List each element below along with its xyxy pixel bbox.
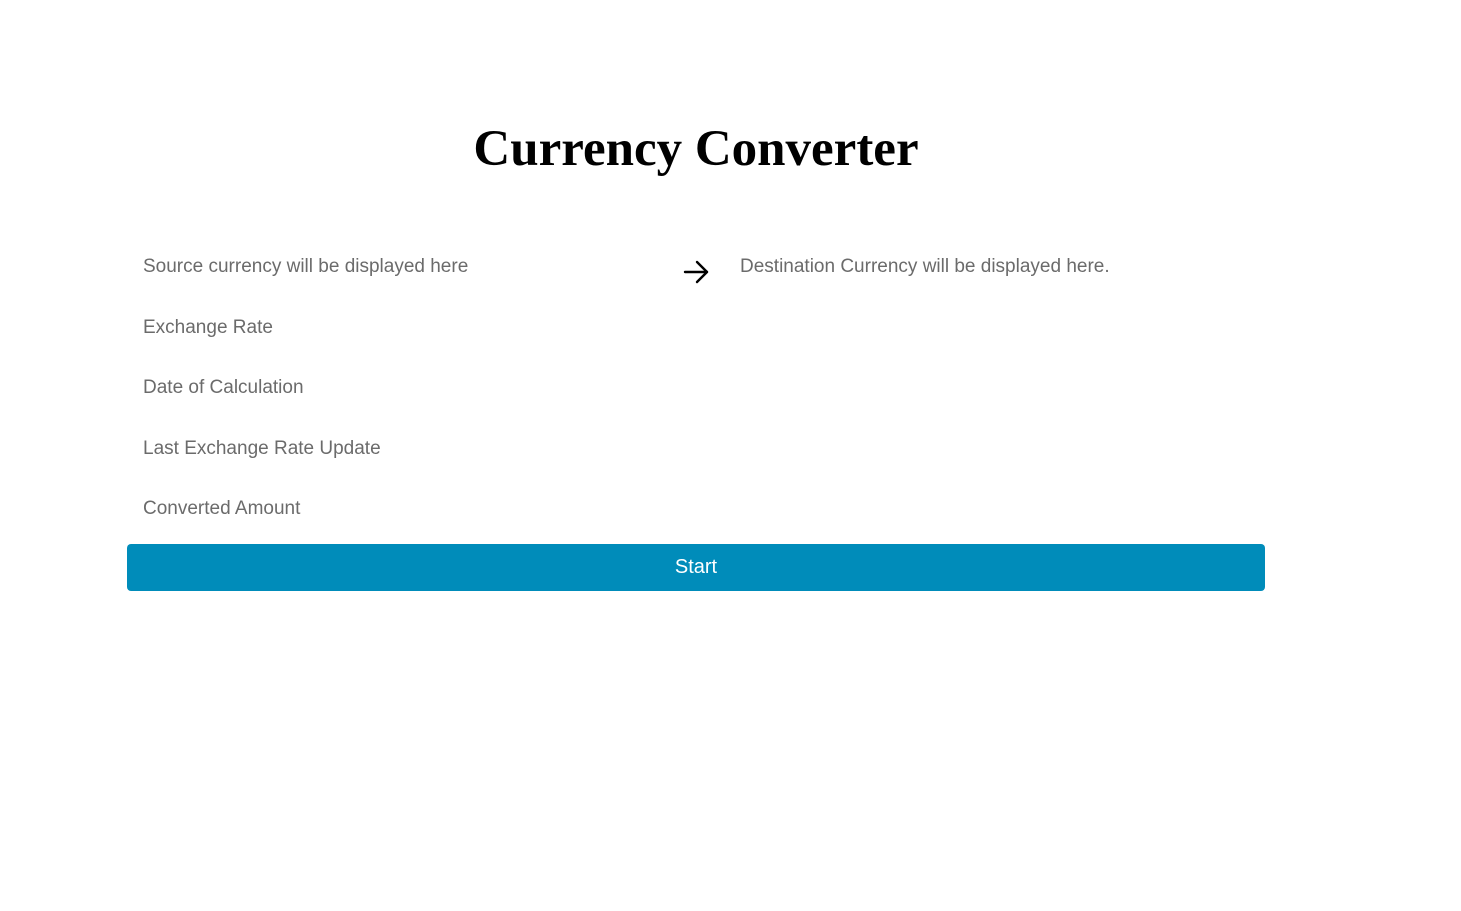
- source-currency-label: Source currency will be displayed here: [143, 256, 469, 277]
- start-button[interactable]: Start: [127, 544, 1265, 591]
- converted-amount-label: Converted Amount: [143, 498, 301, 519]
- date-of-calculation-label: Date of Calculation: [143, 377, 304, 398]
- destination-currency-label: Destination Currency will be displayed h…: [740, 256, 1110, 277]
- arrow-right-icon: [683, 260, 709, 284]
- page-title: Currency Converter: [473, 121, 919, 177]
- exchange-rate-label: Exchange Rate: [143, 317, 273, 338]
- last-update-label: Last Exchange Rate Update: [143, 438, 381, 459]
